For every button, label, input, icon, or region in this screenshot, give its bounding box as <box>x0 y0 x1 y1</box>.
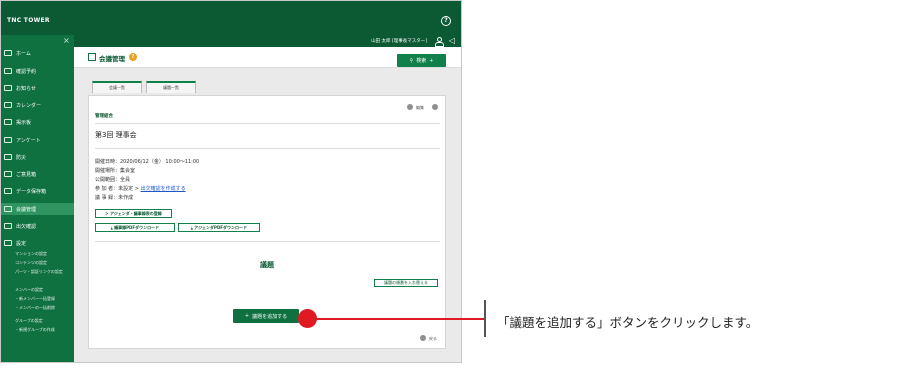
tab-meeting-list[interactable]: 会議一覧 <box>92 81 142 93</box>
page-header: 会議管理 ? ⚲ 検索 + <box>74 47 461 68</box>
sidebar-item-home[interactable]: ホーム <box>1 47 74 59</box>
sidebar-item-calendar[interactable]: カレンダー <box>1 99 74 111</box>
logout-icon[interactable]: ◁ <box>449 36 455 46</box>
user-name: 山田 太郎 [理事長マスター] <box>371 39 427 44</box>
meeting-icon <box>4 206 12 212</box>
sidebar-item-disaster[interactable]: 防災 <box>1 151 74 163</box>
add-agenda-button[interactable]: + 議題を追加する <box>233 309 299 323</box>
sidebar-item-label: 掲示板 <box>16 119 32 126</box>
sidebar-item-label: 設定 <box>16 240 27 247</box>
info-icon <box>4 85 12 91</box>
attendees-prefix: 参 加 者：未設定 > <box>95 186 141 192</box>
sidebar-item-label: 出欠確認 <box>16 223 37 230</box>
app-logo: TNC TOWER <box>7 17 50 24</box>
settings-icon <box>4 240 12 246</box>
search-button-label: 検索 <box>416 58 427 64</box>
help-icon[interactable]: ? <box>441 16 451 26</box>
user-icon[interactable] <box>435 37 444 47</box>
meeting-datetime: 開催日時：2020/06/12（金） 10:00～11:00 <box>95 159 200 165</box>
calendar-icon <box>4 102 12 108</box>
sidebar-item-label: データ保存箱 <box>16 188 47 195</box>
meeting-minutes: 議 事 録：未作成 <box>95 195 134 201</box>
sidebar-subitem[interactable]: コンテンツの設定 <box>15 260 72 265</box>
sidebar-item-attendance[interactable]: 出欠確認 <box>1 220 74 232</box>
sidebar-item-label: ご意見箱 <box>16 171 37 178</box>
sidebar-item-label: 防災 <box>16 154 27 161</box>
sidebar-subitem[interactable]: グループの設定 <box>15 318 72 323</box>
survey-icon <box>4 137 12 143</box>
edit-icon[interactable] <box>407 104 413 110</box>
sidebar-item-meeting[interactable]: 会議管理 <box>1 203 74 215</box>
sidebar-item-reservation[interactable]: 確認予約 <box>1 65 74 77</box>
divider <box>95 123 440 124</box>
minutes-pdf-label: 議事録PDFダウンロード <box>114 224 160 230</box>
sidebar-item-settings[interactable]: 設定 <box>1 237 74 249</box>
add-agenda-label: 議題を追加する <box>252 313 288 320</box>
search-button[interactable]: ⚲ 検索 + <box>397 54 446 67</box>
sidebar: × ホーム 確認予約 お知らせ カレンダー 掲示板 アンケート 防災 ご意見箱 … <box>1 35 74 362</box>
sidebar-item-news[interactable]: お知らせ <box>1 82 74 94</box>
page-title: 会議管理 <box>99 55 125 63</box>
callout-text: 「議題を追加する」ボタンをクリックします。 <box>497 315 759 330</box>
data-icon <box>4 188 12 194</box>
plus-icon: + <box>429 57 434 64</box>
back-label[interactable]: 戻る <box>429 336 437 342</box>
sidebar-subitem[interactable]: ・新規グループの作成 <box>15 327 72 332</box>
callout-line <box>315 318 485 320</box>
callout-bar <box>484 300 486 337</box>
sidebar-subitem[interactable]: パーツ・認証リンクの設定 <box>15 269 72 274</box>
sidebar-subitem[interactable]: マンションの設定 <box>15 251 72 256</box>
create-attendance-link[interactable]: 出欠確認を作成する <box>141 186 186 192</box>
agenda-register-button[interactable]: > アジェンダ・議事録表の登録 <box>95 209 172 218</box>
minutes-pdf-button[interactable]: ⤓ 議事録PDFダウンロード <box>95 223 175 232</box>
clock-icon <box>4 68 12 74</box>
meeting-scope: 公開範囲：全員 <box>95 177 131 183</box>
sidebar-item-label: カレンダー <box>16 102 42 109</box>
meeting-attendees: 参 加 者：未設定 > 出欠確認を作成する <box>95 185 186 192</box>
sidebar-item-label: お知らせ <box>16 85 36 92</box>
plus-icon: + <box>244 313 250 319</box>
main-content: 会議管理 ? ⚲ 検索 + 会議一覧 議題一覧 編集 管理組合 第3回 理事会 … <box>74 47 461 362</box>
agenda-pdf-button[interactable]: ⤓ アジェンダPDFダウンロード <box>178 223 260 232</box>
sidebar-item-board[interactable]: 掲示板 <box>1 116 74 128</box>
sidebar-item-opinion[interactable]: ご意見箱 <box>1 168 74 180</box>
attendance-icon <box>4 223 12 229</box>
agenda-section-title: 議題 <box>260 261 274 269</box>
agenda-pdf-label: アジェンダPDFダウンロード <box>194 224 247 230</box>
sidebar-item-label: ホーム <box>16 50 31 57</box>
sidebar-subitem[interactable]: ・メンバーの一括削除 <box>15 305 72 310</box>
meeting-title: 第3回 理事会 <box>95 131 137 139</box>
tab-agenda-list[interactable]: 議題一覧 <box>146 81 196 93</box>
sidebar-item-label: アンケート <box>16 137 41 144</box>
organization-label: 管理組合 <box>95 114 113 119</box>
divider <box>95 241 440 242</box>
reorder-agenda-button[interactable]: 議題の順番を入れ替える <box>374 279 438 287</box>
sidebar-close-icon[interactable]: × <box>63 36 70 45</box>
help-badge-icon[interactable]: ? <box>129 53 137 61</box>
divider <box>95 148 440 149</box>
shield-icon <box>4 154 12 160</box>
home-icon <box>4 50 12 56</box>
user-strip: 山田 太郎 [理事長マスター] ◁ <box>74 35 461 47</box>
app-frame: TNC TOWER ? × ホーム 確認予約 お知らせ カレンダー 掲示板 アン… <box>0 0 462 363</box>
top-bar: TNC TOWER ? <box>1 1 461 35</box>
sidebar-subitem[interactable]: メンバーの設定 <box>15 287 72 292</box>
sidebar-item-label: 確認予約 <box>16 68 37 75</box>
opinion-icon <box>4 171 12 177</box>
sidebar-item-data[interactable]: データ保存箱 <box>1 185 74 197</box>
sidebar-item-survey[interactable]: アンケート <box>1 134 74 146</box>
board-icon <box>4 119 12 125</box>
back-icon[interactable] <box>420 335 426 341</box>
info-icon[interactable] <box>432 104 438 110</box>
sidebar-subitem[interactable]: ・新メンバー一括登録 <box>15 296 72 301</box>
meeting-card: 編集 管理組合 第3回 理事会 開催日時：2020/06/12（金） 10:00… <box>88 95 446 349</box>
sidebar-item-label: 会議管理 <box>16 206 37 213</box>
meeting-icon <box>88 53 96 61</box>
search-icon: ⚲ <box>409 57 414 64</box>
meeting-place: 開催場所：集会室 <box>95 168 136 174</box>
edit-label[interactable]: 編集 <box>416 105 424 111</box>
